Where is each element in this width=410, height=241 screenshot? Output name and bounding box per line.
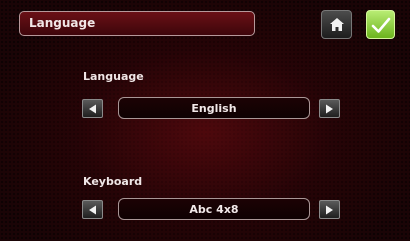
language-value: English	[191, 101, 237, 115]
keyboard-value-field[interactable]: Abc 4x8	[118, 198, 310, 220]
confirm-button[interactable]	[366, 10, 395, 39]
arrow-left-icon	[89, 205, 96, 214]
keyboard-next-button[interactable]	[319, 200, 340, 219]
language-label: Language	[83, 70, 144, 83]
arrow-left-icon	[89, 104, 96, 113]
home-icon	[329, 18, 344, 31]
language-prev-button[interactable]	[82, 99, 103, 118]
keyboard-value: Abc 4x8	[189, 202, 239, 216]
language-value-field[interactable]: English	[118, 97, 310, 119]
title-bar: Language	[19, 11, 255, 36]
checkmark-icon	[371, 17, 390, 33]
arrow-right-icon	[326, 104, 333, 113]
keyboard-label: Keyboard	[83, 175, 143, 188]
arrow-right-icon	[326, 205, 333, 214]
keyboard-prev-button[interactable]	[82, 200, 103, 219]
home-button[interactable]	[321, 10, 352, 39]
language-next-button[interactable]	[319, 99, 340, 118]
page-title: Language	[29, 16, 96, 30]
